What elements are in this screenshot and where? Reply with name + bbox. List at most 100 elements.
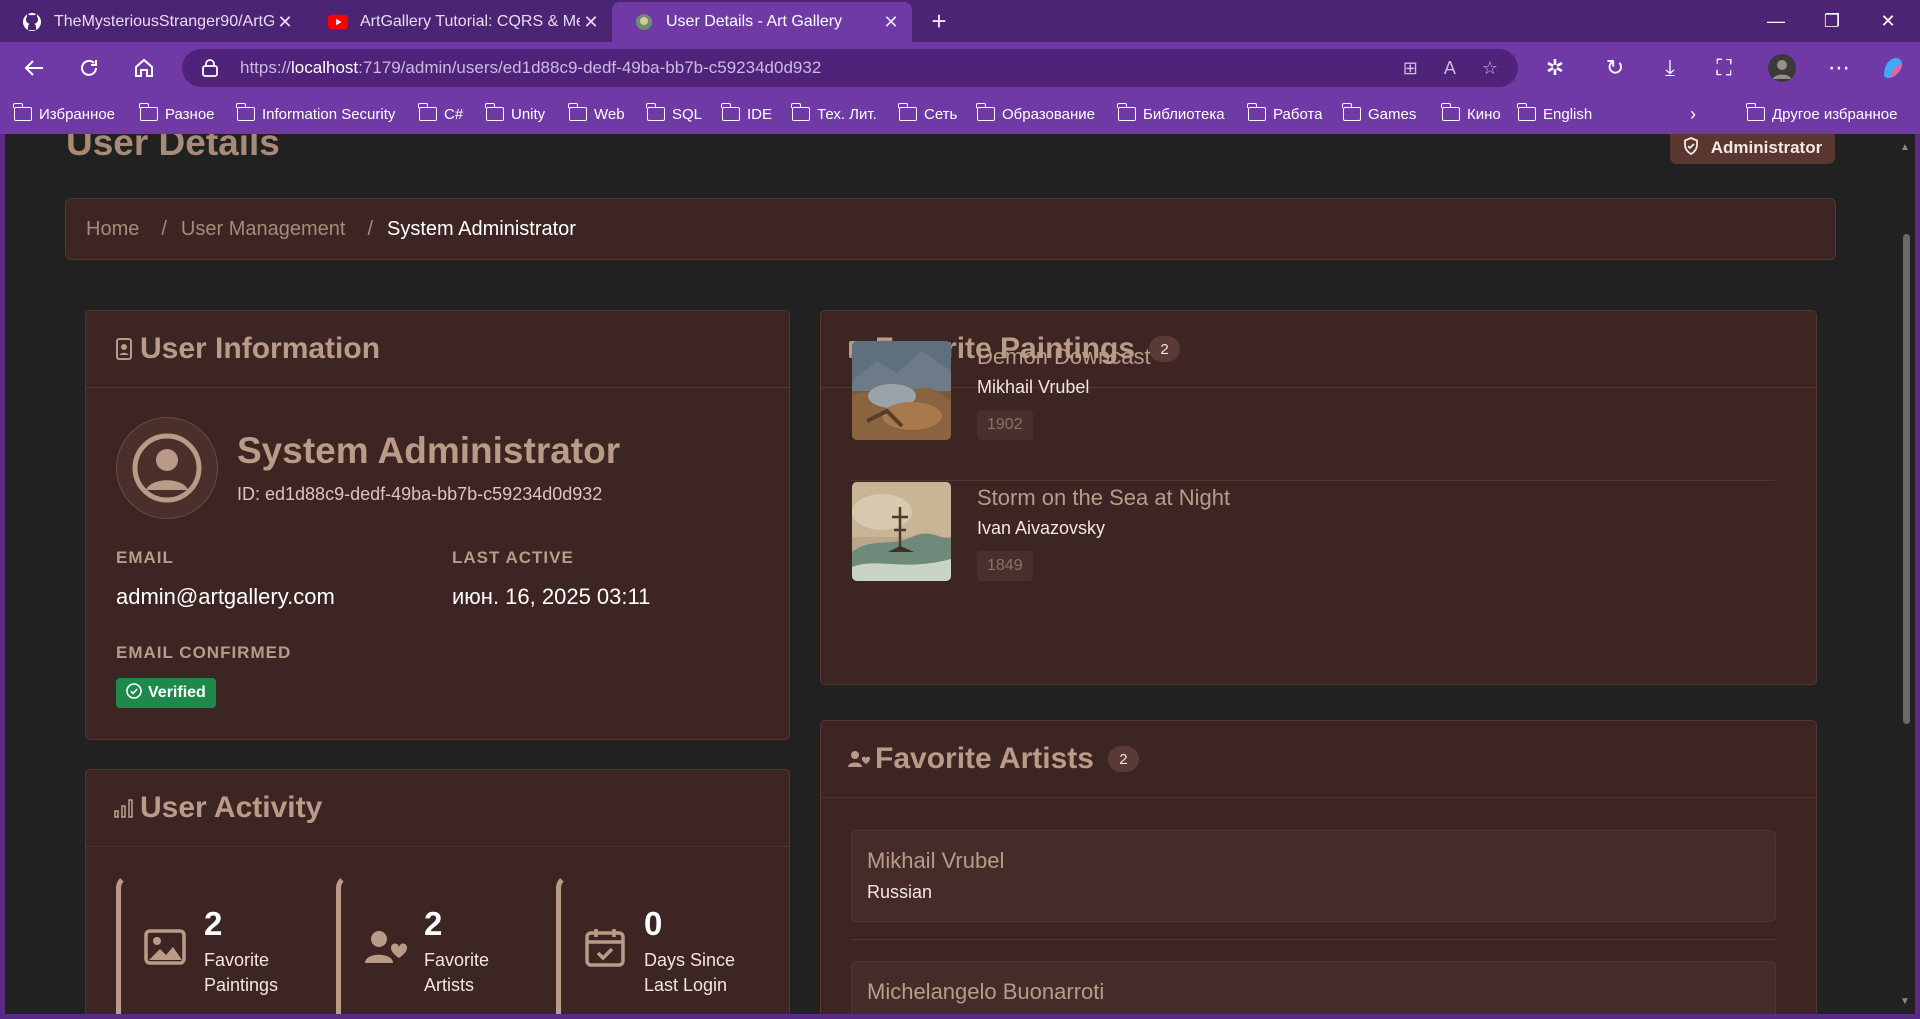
bookmark-folder[interactable]: Сеть <box>898 103 957 125</box>
folder-icon <box>13 103 32 121</box>
copilot-icon[interactable] <box>1876 51 1910 85</box>
youtube-icon <box>328 12 348 32</box>
email-label: EMAIL <box>116 548 174 567</box>
other-bookmarks-folder[interactable]: Другое избранное <box>1746 103 1897 125</box>
check-circle-icon <box>126 682 142 704</box>
breadcrumb-current: System Administrator <box>387 217 576 240</box>
artist-item[interactable]: Mikhail Vrubel Russian <box>851 830 1776 922</box>
url-text: https://localhost:7179/admin/users/ed1d8… <box>240 58 822 77</box>
minimize-icon[interactable]: — <box>1748 0 1804 42</box>
stat-favorite-paintings: 2 Favorite Paintings <box>116 874 328 1014</box>
page-scrollbar[interactable]: ▲ ▼ <box>1897 134 1915 1014</box>
painting-artist: Mikhail Vrubel <box>977 377 1090 397</box>
history-icon[interactable]: ↻ <box>1598 51 1632 85</box>
email-confirmed-label: EMAIL CONFIRMED <box>116 643 292 662</box>
breadcrumb: Home / User Management / System Administ… <box>65 198 1836 260</box>
painting-thumbnail[interactable] <box>852 341 951 440</box>
refresh-icon[interactable] <box>72 51 106 85</box>
bookmark-folder[interactable]: Games <box>1342 103 1416 125</box>
more-icon[interactable]: ⋯ <box>1822 51 1856 85</box>
stat-label: Favorite Artists <box>424 950 490 995</box>
favorite-artists-card: Favorite Artists 2 Mikhail Vrubel Russia… <box>820 720 1817 1014</box>
downloads-icon[interactable]: ⤓ <box>1653 51 1687 85</box>
verified-badge: Verified <box>116 678 216 708</box>
card-title: User Activity <box>140 791 323 824</box>
image-icon <box>143 927 187 967</box>
bookmark-folder[interactable]: Разное <box>139 103 215 125</box>
window-close-icon[interactable]: ✕ <box>1860 0 1916 42</box>
folder-icon <box>1247 103 1266 121</box>
bookmark-folder[interactable]: IDE <box>721 103 772 125</box>
breadcrumb-home[interactable]: Home <box>86 218 139 241</box>
bookmark-folder[interactable]: Information Security <box>236 103 395 125</box>
folder-icon <box>791 103 810 121</box>
screenshot-icon[interactable]: ⛶ <box>1707 51 1741 85</box>
painting-item[interactable]: Demon Downcast Mikhail Vrubel 1902 <box>851 341 1775 481</box>
read-aloud-icon[interactable]: A <box>1444 58 1456 79</box>
address-bar[interactable]: https://localhost:7179/admin/users/ed1d8… <box>182 49 1518 87</box>
bookmark-folder[interactable]: SQL <box>646 103 702 125</box>
profile-avatar[interactable] <box>1765 51 1799 85</box>
favorite-star-icon[interactable]: ☆ <box>1482 58 1498 79</box>
new-tab-icon[interactable]: + <box>924 6 954 36</box>
bookmark-folder[interactable]: Кино <box>1441 103 1501 125</box>
verified-label: Verified <box>148 684 206 701</box>
chevron-right-icon[interactable]: › <box>1690 103 1696 125</box>
page-viewport: User Details Administrator Home / User M… <box>5 134 1897 1014</box>
role-label: Administrator <box>1710 138 1823 157</box>
back-icon[interactable] <box>17 51 51 85</box>
folder-icon <box>568 103 587 121</box>
painting-artist: Ivan Aivazovsky <box>977 518 1106 538</box>
painting-thumbnail[interactable] <box>852 482 951 581</box>
tab-title: User Details - Art Gallery <box>666 13 843 30</box>
lock-icon[interactable] <box>200 58 220 78</box>
card-header: Favorite Artists 2 <box>821 721 1816 798</box>
art-gallery-icon <box>634 12 654 32</box>
stat-value: 0 <box>644 905 663 942</box>
tab-title: TheMysteriousStranger90/ArtGall <box>54 13 274 30</box>
close-icon[interactable]: ✕ <box>274 11 296 33</box>
extensions-icon[interactable]: ✲ <box>1538 51 1572 85</box>
restore-icon[interactable]: ❐ <box>1804 0 1860 42</box>
folder-icon <box>646 103 665 121</box>
artist-nationality: Russian <box>867 882 933 902</box>
artist-item[interactable]: Michelangelo Buonarroti <box>851 961 1776 1014</box>
browser-tab[interactable]: ArtGallery Tutorial: CQRS & Medi ✕ <box>306 2 612 42</box>
tab-title: ArtGallery Tutorial: CQRS & Medi <box>360 13 580 30</box>
painting-title[interactable]: Demon Downcast <box>977 344 1151 370</box>
close-icon[interactable]: ✕ <box>880 11 902 33</box>
close-icon[interactable]: ✕ <box>580 11 602 33</box>
artist-name[interactable]: Mikhail Vrubel <box>867 848 1004 874</box>
folder-icon <box>418 103 437 121</box>
artist-name[interactable]: Michelangelo Buonarroti <box>867 979 1104 1005</box>
user-circle-icon <box>132 433 202 503</box>
painting-title[interactable]: Storm on the Sea at Night <box>977 485 1230 511</box>
stat-value: 2 <box>204 905 223 942</box>
scroll-down-icon[interactable]: ▼ <box>1900 996 1910 1007</box>
scroll-up-icon[interactable]: ▲ <box>1900 142 1910 153</box>
bookmark-folder[interactable]: C# <box>418 103 463 125</box>
painting-item[interactable]: Storm on the Sea at Night Ivan Aivazovsk… <box>851 482 1775 622</box>
folder-icon <box>1746 103 1765 121</box>
bookmark-folder[interactable]: English <box>1517 103 1592 125</box>
card-header: User Information <box>86 311 789 388</box>
id-badge-icon <box>112 337 136 361</box>
apps-icon[interactable]: ⊞ <box>1403 58 1418 79</box>
bookmark-folder[interactable]: Библиотека <box>1117 103 1225 125</box>
browser-tab-active[interactable]: User Details - Art Gallery ✕ <box>612 2 912 42</box>
bookmark-folder[interactable]: Работа <box>1247 103 1323 125</box>
page-title: User Details <box>66 134 280 163</box>
last-active-label: LAST ACTIVE <box>452 548 574 567</box>
bookmark-folder[interactable]: Избранное <box>13 103 115 125</box>
bookmark-folder[interactable]: Unity <box>485 103 545 125</box>
browser-tab[interactable]: TheMysteriousStranger90/ArtGall ✕ <box>0 2 306 42</box>
scrollbar-thumb[interactable] <box>1903 234 1910 724</box>
folder-icon <box>1342 103 1361 121</box>
home-icon[interactable] <box>127 51 161 85</box>
bookmark-folder[interactable]: Web <box>568 103 625 125</box>
bookmark-folder[interactable]: Тех. Лит. <box>791 103 877 125</box>
folder-icon <box>1517 103 1536 121</box>
painting-year: 1849 <box>977 551 1033 581</box>
breadcrumb-user-management[interactable]: User Management <box>181 218 346 241</box>
bookmark-folder[interactable]: Образование <box>976 103 1095 125</box>
